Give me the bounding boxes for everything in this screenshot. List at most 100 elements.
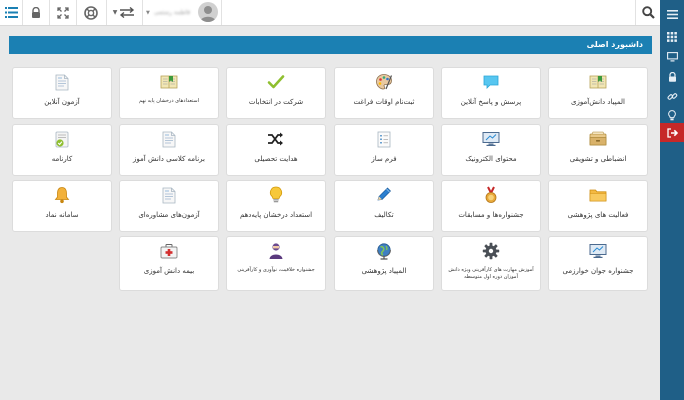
dashboard-tile[interactable]: آموزش مهارت های کارآفرینی ویژه دانش آموز… bbox=[441, 236, 541, 291]
menu-icon bbox=[666, 9, 678, 19]
lock-icon bbox=[668, 72, 677, 82]
bell-icon bbox=[13, 186, 111, 204]
tile-label: برنامه کلاسی دانش آموز bbox=[133, 155, 205, 163]
search-icon bbox=[642, 6, 655, 19]
form-icon bbox=[335, 130, 433, 148]
report-card-icon bbox=[13, 130, 111, 148]
dashboard-tile[interactable]: المپیاد پژوهشی bbox=[334, 236, 434, 291]
first-aid-icon bbox=[120, 242, 218, 260]
dashboard-tile[interactable]: کارنامه bbox=[12, 124, 112, 176]
tile-label: انضباطی و تشویقی bbox=[569, 155, 627, 163]
globe-icon bbox=[335, 242, 433, 260]
dashboard-tile[interactable]: ثبت‌نام اوقات فراغت bbox=[334, 67, 434, 119]
chevron-down-icon: ▼ bbox=[146, 9, 150, 16]
tile-label: پرسش و پاسخ آنلاین bbox=[460, 98, 522, 106]
tile-label: هدایت تحصیلی bbox=[254, 155, 298, 163]
tile-label: المپیاد پژوهشی bbox=[361, 267, 407, 275]
tile-label: تکالیف bbox=[374, 211, 394, 219]
sidebar-toggle[interactable] bbox=[660, 4, 684, 24]
dashboard-tile[interactable]: شرکت در انتخابات bbox=[226, 67, 326, 119]
dashboard-tile[interactable]: سامانه نماد bbox=[12, 180, 112, 232]
search-button[interactable] bbox=[635, 0, 661, 25]
sidebar-item-apps[interactable] bbox=[660, 27, 684, 47]
tile-label: آموزش مهارت های کارآفرینی ویژه دانش آموز… bbox=[448, 267, 534, 280]
menu-button[interactable] bbox=[0, 0, 23, 25]
sidebar-item-tips[interactable] bbox=[660, 105, 684, 125]
top-bar: ▼ ▼ فاطمه رستمی bbox=[0, 0, 660, 26]
tile-label: فرم ساز bbox=[371, 155, 397, 163]
expand-icon bbox=[56, 6, 69, 19]
person-icon bbox=[227, 242, 325, 260]
dashboard-tile[interactable]: برنامه کلاسی دانش آموز bbox=[119, 124, 219, 176]
tile-label: آزمون آنلاین bbox=[44, 98, 80, 106]
book-icon bbox=[549, 73, 647, 91]
document-icon bbox=[120, 130, 218, 148]
drawer-icon bbox=[549, 130, 647, 148]
lock-button[interactable] bbox=[22, 0, 50, 25]
dashboard-tile[interactable]: پرسش و پاسخ آنلاین bbox=[441, 67, 541, 119]
tile-label: جشنواره‌ها و مسابقات bbox=[458, 211, 524, 219]
sidebar-item-logout[interactable] bbox=[660, 123, 684, 142]
sidebar-item-links[interactable] bbox=[660, 86, 684, 106]
tile-label: شرکت در انتخابات bbox=[248, 98, 304, 106]
dashboard-tile[interactable]: استعداد درخشان پایه‌دهم bbox=[226, 180, 326, 232]
sidebar-item-security[interactable] bbox=[660, 67, 684, 87]
tile-label: سامانه نماد bbox=[45, 211, 79, 219]
logout-icon bbox=[666, 127, 678, 138]
tile-label: فعالیت های پژوهشی bbox=[567, 211, 629, 219]
dashboard-tile[interactable]: فعالیت های پژوهشی bbox=[548, 180, 648, 232]
dashboard-tile[interactable]: استعدادهای درخشان پایه نهم bbox=[119, 67, 219, 119]
monitor-icon bbox=[666, 52, 678, 62]
dashboard-tile[interactable]: تکالیف bbox=[334, 180, 434, 232]
avatar bbox=[198, 2, 218, 22]
lightbulb-icon bbox=[227, 186, 325, 204]
lifebuoy-icon bbox=[84, 5, 98, 20]
check-icon bbox=[227, 73, 325, 91]
page-title: داشبورد اصلی bbox=[9, 36, 652, 54]
dashboard-tile[interactable]: جشنواره‌ها و مسابقات bbox=[441, 180, 541, 232]
lock-icon bbox=[31, 7, 41, 18]
tile-label: جشنواره خلاقیت، نوآوری و کارآفرینی bbox=[237, 267, 315, 273]
dashboard-tile[interactable]: جشنواره جوان خوارزمی bbox=[548, 236, 648, 291]
grid-icon bbox=[667, 32, 677, 42]
monitor-icon bbox=[549, 242, 647, 260]
help-button[interactable] bbox=[76, 0, 107, 25]
dashboard-tile[interactable]: المپیاد دانش‌آموزی bbox=[548, 67, 648, 119]
medal-icon bbox=[442, 186, 540, 204]
tile-label: استعداد درخشان پایه‌دهم bbox=[239, 211, 313, 219]
dashboard-tile[interactable]: انضباطی و تشویقی bbox=[548, 124, 648, 176]
palette-icon bbox=[335, 73, 433, 91]
dashboard-tile[interactable]: هدایت تحصیلی bbox=[226, 124, 326, 176]
link-icon bbox=[667, 91, 678, 102]
dashboard-tile[interactable]: محتوای الکترونیک bbox=[441, 124, 541, 176]
tile-label: المپیاد دانش‌آموزی bbox=[571, 98, 625, 106]
chevron-down-icon: ▼ bbox=[112, 9, 118, 16]
menu-icon bbox=[4, 7, 18, 18]
fullscreen-button[interactable] bbox=[49, 0, 77, 25]
tile-label: بیمه دانش آموزی bbox=[143, 267, 195, 275]
dashboard-tile[interactable]: آزمون آنلاین bbox=[12, 67, 112, 119]
lightbulb-icon bbox=[668, 109, 676, 121]
tile-label: جشنواره جوان خوارزمی bbox=[562, 267, 634, 275]
tile-label: آزمون‌های مشاوره‌ای bbox=[138, 211, 200, 219]
user-menu[interactable]: ▼ فاطمه رستمی bbox=[142, 0, 222, 25]
tile-label: کارنامه bbox=[51, 155, 73, 163]
tile-label: ثبت‌نام اوقات فراغت bbox=[353, 98, 415, 106]
dashboard-tile[interactable]: جشنواره خلاقیت، نوآوری و کارآفرینی bbox=[226, 236, 326, 291]
document-icon bbox=[13, 73, 111, 91]
sidebar-item-desktop[interactable] bbox=[660, 47, 684, 67]
right-sidebar bbox=[660, 0, 684, 400]
book-icon bbox=[120, 73, 218, 91]
dashboard-tile[interactable]: فرم ساز bbox=[334, 124, 434, 176]
monitor-icon bbox=[442, 130, 540, 148]
switch-role-button[interactable]: ▼ bbox=[106, 0, 143, 25]
dashboard-tile[interactable]: آزمون‌های مشاوره‌ای bbox=[119, 180, 219, 232]
user-name: فاطمه رستمی bbox=[153, 9, 191, 16]
shuffle-icon bbox=[227, 130, 325, 148]
pencil-icon bbox=[335, 186, 433, 204]
gear-icon bbox=[442, 242, 540, 260]
chat-icon bbox=[442, 73, 540, 91]
tile-label: استعدادهای درخشان پایه نهم bbox=[139, 98, 199, 104]
dashboard-tile[interactable]: بیمه دانش آموزی bbox=[119, 236, 219, 291]
document-icon bbox=[120, 186, 218, 204]
